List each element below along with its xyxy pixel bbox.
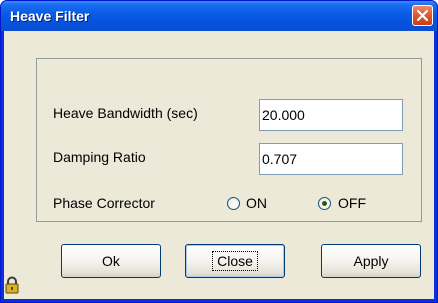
damping-ratio-label: Damping Ratio (53, 149, 146, 165)
phase-corrector-on-radio[interactable] (227, 197, 240, 210)
phase-corrector-off-radio[interactable] (318, 197, 331, 210)
heave-bandwidth-field[interactable]: 20.000 (259, 99, 403, 131)
radio-selected-dot (322, 201, 327, 206)
damping-ratio-field[interactable]: 0.707 (259, 143, 403, 175)
close-button-label: Close (212, 251, 258, 271)
title-bar[interactable]: Heave Filter (1, 1, 437, 31)
ok-button[interactable]: Ok (61, 244, 161, 278)
close-window-button[interactable] (412, 5, 433, 26)
apply-button[interactable]: Apply (321, 244, 421, 278)
heave-bandwidth-label: Heave Bandwidth (sec) (53, 105, 198, 121)
close-icon (417, 10, 428, 21)
close-button[interactable]: Close (185, 244, 285, 278)
apply-button-label: Apply (353, 253, 389, 269)
phase-corrector-label: Phase Corrector (53, 195, 155, 211)
lock-icon (5, 276, 19, 294)
phase-corrector-off-label[interactable]: OFF (338, 195, 366, 211)
phase-corrector-on-label[interactable]: ON (246, 195, 267, 211)
ok-button-label: Ok (102, 253, 120, 269)
window-title: Heave Filter (10, 8, 90, 24)
